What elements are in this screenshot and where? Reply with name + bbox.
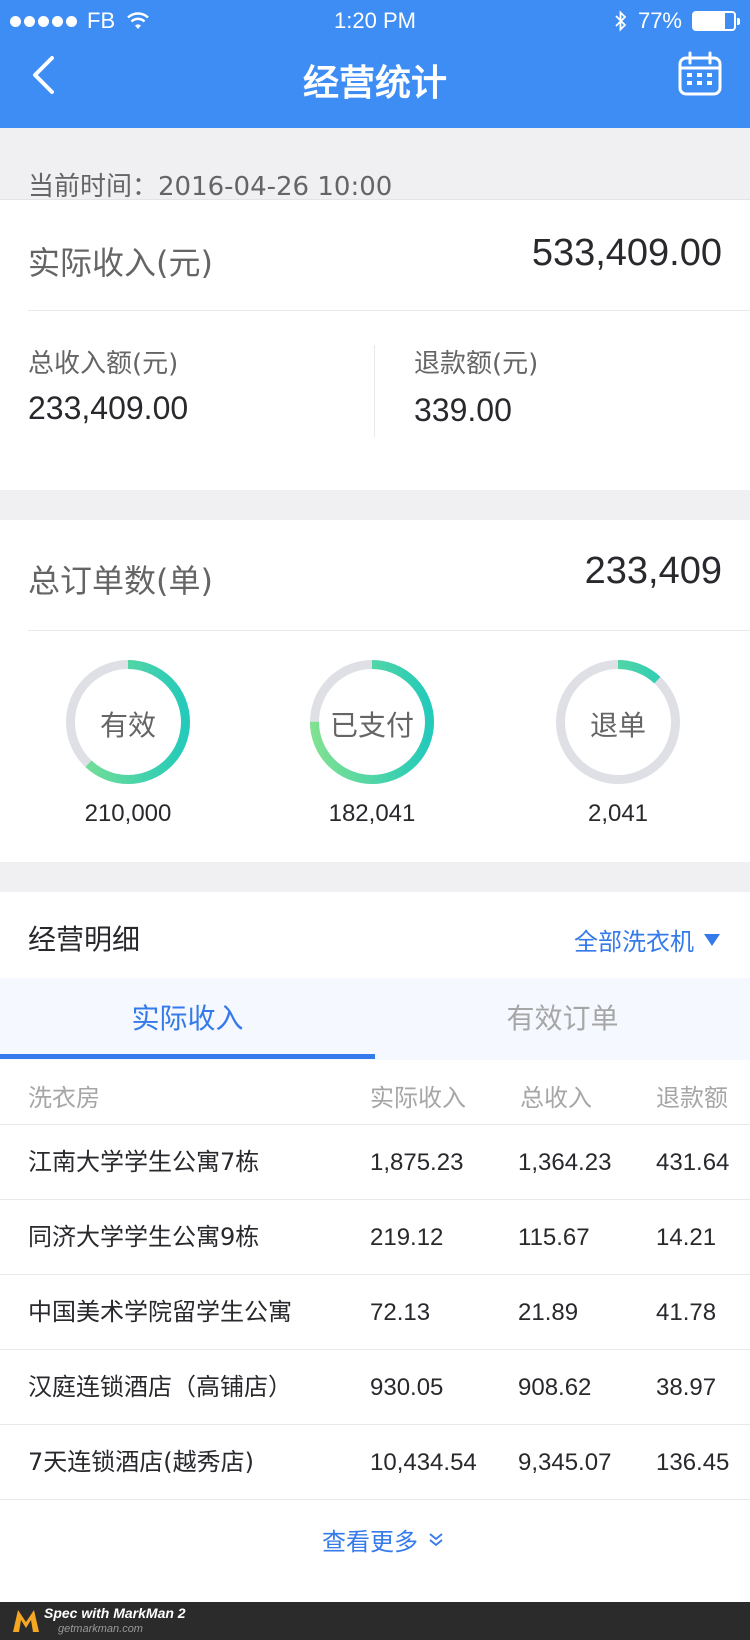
- table-row[interactable]: 同济大学学生公寓9栋 219.12 115.67 14.21: [0, 1199, 750, 1274]
- table-row[interactable]: 汉庭连锁酒店（高铺店） 930.05 908.62 38.97: [0, 1349, 750, 1424]
- refund-label: 退款额(元): [414, 349, 539, 379]
- cell-refund: 431.64: [656, 1149, 730, 1176]
- battery-percent: 77%: [637, 8, 682, 33]
- filter-label: 全部洗衣机: [574, 928, 694, 956]
- footer-url: getmarkman.com: [58, 1623, 143, 1635]
- income-divider: [28, 310, 750, 311]
- table-row[interactable]: 7天连锁酒店(越秀店) 10,434.54 9,345.07 136.45: [0, 1424, 750, 1499]
- column-header-actual-income: 实际收入: [370, 1084, 466, 1112]
- cell-refund: 14.21: [656, 1224, 717, 1251]
- cell-laundry: 中国美术学院留学生公寓: [28, 1298, 292, 1326]
- total-orders-value: 233,409: [584, 550, 722, 592]
- income-vertical-divider: [374, 345, 375, 437]
- footer-brand: Spec with MarkMan 2: [44, 1605, 186, 1621]
- income-card: 实际收入(元) 533,409.00 总收入额(元) 233,409.00 退款…: [0, 200, 750, 490]
- column-header-laundry: 洗衣房: [28, 1084, 100, 1112]
- cell-actual-income: 930.05: [370, 1374, 444, 1401]
- current-time-bar: 当前时间：2016-04-26 10:00: [0, 128, 750, 202]
- cell-refund: 38.97: [656, 1374, 717, 1401]
- battery-icon: [692, 11, 740, 31]
- column-header-refund: 退款额: [656, 1084, 728, 1112]
- tab-actual-income[interactable]: 实际收入: [0, 978, 375, 1060]
- cell-total-income: 908.62: [518, 1374, 592, 1401]
- cell-total-income: 21.89: [518, 1299, 579, 1326]
- cell-laundry: 汉庭连锁酒店（高铺店）: [28, 1373, 292, 1401]
- cell-laundry: 7天连锁酒店(越秀店): [28, 1448, 254, 1476]
- cell-refund: 41.78: [656, 1299, 717, 1326]
- total-income-label: 总收入额(元): [28, 349, 179, 379]
- app-header: FB 1:20 PM 77% 经营统计: [0, 0, 750, 128]
- refund-value: 339.00: [414, 392, 512, 428]
- total-orders-label: 总订单数(单): [28, 562, 213, 600]
- ring-label: 已支付: [329, 709, 414, 742]
- markman-footer: Spec with MarkMan 2 getmarkman.com: [0, 1602, 750, 1640]
- ring-refund: 退单: [556, 660, 680, 788]
- cell-total-income: 1,364.23: [518, 1149, 612, 1176]
- ring-value: 210,000: [84, 800, 172, 827]
- view-more-label: 查看更多: [322, 1528, 418, 1556]
- total-income-value: 233,409.00: [28, 390, 189, 426]
- actual-income-label: 实际收入(元): [28, 244, 213, 282]
- ring-value: 182,041: [328, 800, 416, 827]
- table-row[interactable]: 江南大学学生公寓7栋 1,875.23 1,364.23 431.64: [0, 1124, 750, 1199]
- status-right: 77%: [614, 8, 740, 34]
- column-header-total-income: 总收入: [520, 1084, 592, 1112]
- washer-filter-dropdown[interactable]: 全部洗衣机: [574, 922, 720, 957]
- cell-actual-income: 219.12: [370, 1224, 444, 1251]
- cell-total-income: 115.67: [518, 1224, 590, 1251]
- ring-label: 有效: [99, 709, 156, 742]
- ring-paid: 已支付: [310, 660, 434, 788]
- tab-valid-orders[interactable]: 有效订单: [375, 978, 750, 1060]
- current-time-text: 当前时间：2016-04-26 10:00: [28, 172, 393, 202]
- ring-label: 退单: [589, 709, 646, 742]
- double-chevron-down-icon: [429, 1532, 443, 1546]
- cell-laundry: 江南大学学生公寓7栋: [28, 1148, 260, 1176]
- markman-logo-icon: [13, 1610, 39, 1632]
- orders-card: 总订单数(单) 233,409 有效 210,000 已支付 182,041 退: [0, 520, 750, 862]
- cell-actual-income: 1,875.23: [370, 1149, 464, 1176]
- detail-title: 经营明细: [28, 923, 141, 956]
- view-more-button[interactable]: 查看更多: [322, 1522, 444, 1557]
- dropdown-triangle-icon: [704, 933, 720, 946]
- status-bar: FB 1:20 PM 77%: [0, 0, 750, 40]
- detail-card: 经营明细 全部洗衣机 实际收入 有效订单 洗衣房 实际收入 总收入 退款额 江南…: [0, 892, 750, 1602]
- detail-tabs: 实际收入 有效订单: [0, 978, 750, 1060]
- cell-refund: 136.45: [656, 1449, 730, 1476]
- orders-divider: [28, 630, 750, 631]
- active-tab-indicator: [0, 1054, 375, 1059]
- table-row[interactable]: 中国美术学院留学生公寓 72.13 21.89 41.78: [0, 1274, 750, 1349]
- ring-value: 2,041: [587, 800, 649, 827]
- calendar-icon[interactable]: [676, 50, 724, 98]
- page-title: 经营统计: [302, 63, 447, 104]
- ring-valid: 有效: [66, 660, 190, 788]
- cell-total-income: 9,345.07: [518, 1449, 612, 1476]
- cell-laundry: 同济大学学生公寓9栋: [28, 1223, 260, 1251]
- bluetooth-icon: [615, 10, 627, 32]
- actual-income-value: 533,409.00: [531, 232, 722, 274]
- cell-actual-income: 10,434.54: [370, 1449, 477, 1476]
- table-bottom-divider: [0, 1499, 750, 1500]
- cell-actual-income: 72.13: [370, 1299, 431, 1326]
